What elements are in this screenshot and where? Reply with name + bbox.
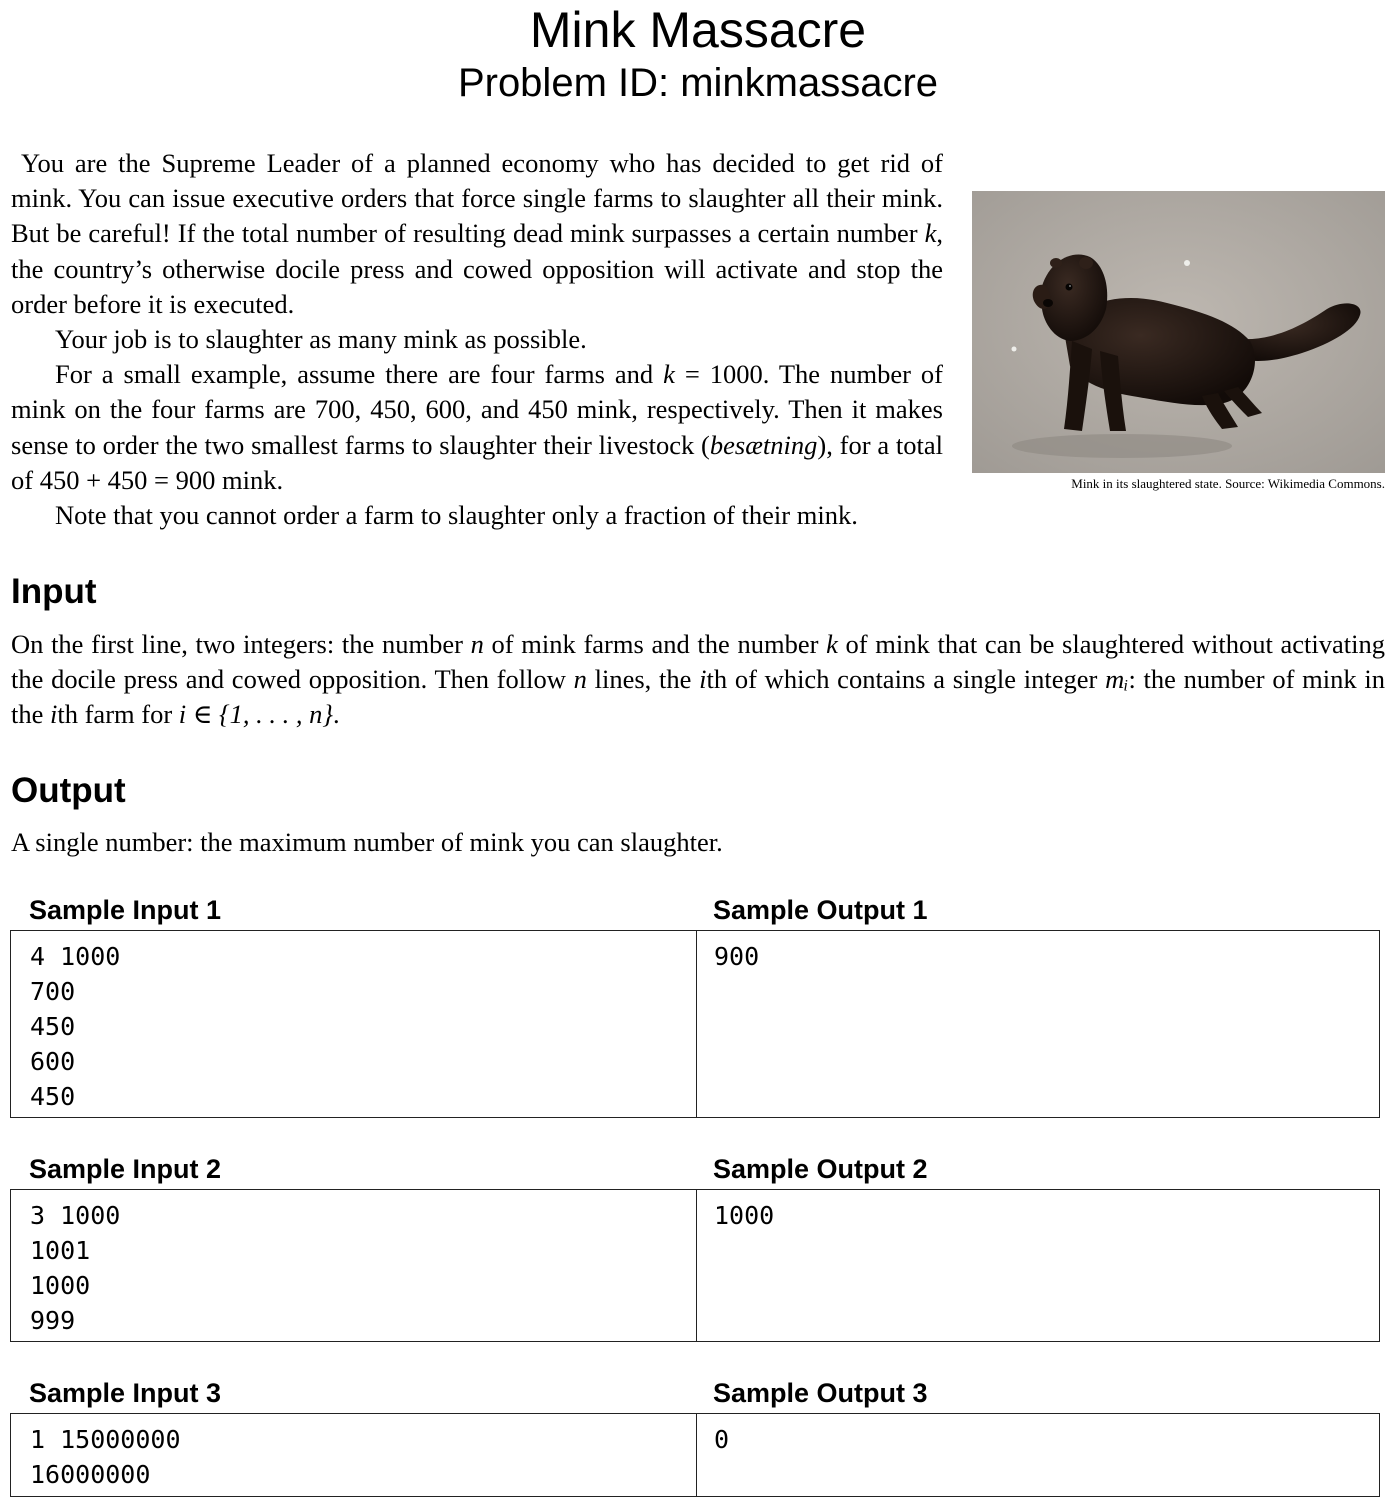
input-description: On the first line, two integers: the num… — [11, 629, 1385, 730]
statement-paragraph-1: You are the Supreme Leader of a planned … — [11, 148, 943, 319]
sample-line: 4 1000 — [30, 942, 121, 971]
sample-divider — [696, 1414, 697, 1496]
sample-box: 4 1000 700 450 600 450 900 — [10, 930, 1380, 1118]
problem-id: Problem ID: minkmassacre — [457, 61, 939, 105]
sample-input-text[interactable]: 3 1000 1001 1000 999 — [30, 1198, 120, 1338]
sample-line: 600 — [30, 1047, 76, 1076]
output-heading: Output — [11, 771, 126, 810]
sample-input-label: Sample Input 2 — [29, 1154, 222, 1184]
sample-divider — [696, 931, 697, 1117]
statement-paragraph-3: For a small example, assume there are fo… — [11, 359, 943, 495]
problem-statement: You are the Supreme Leader of a planned … — [11, 146, 943, 533]
sample-line: 1000 — [714, 1201, 775, 1230]
math-variable: k — [826, 629, 838, 659]
sample-divider — [696, 1190, 697, 1341]
sample-input-label: Sample Input 1 — [29, 895, 222, 925]
sample-output-text[interactable]: 1000 — [714, 1198, 774, 1233]
sample-line: 1000 — [30, 1271, 91, 1300]
statement-paragraph-4: Note that you cannot order a farm to sla… — [55, 500, 858, 531]
sample-line: 16000000 — [30, 1460, 151, 1489]
sample-line: 3 1000 — [30, 1201, 121, 1230]
sample-line: 999 — [30, 1306, 76, 1335]
figure: Mink in its slaughtered state. Source: W… — [972, 191, 1385, 492]
sample-input-label: Sample Input 3 — [29, 1378, 222, 1408]
sample-output-text[interactable]: 0 — [714, 1422, 729, 1457]
sample-output-label: Sample Output 1 — [713, 895, 928, 925]
output-description: A single number: the maximum number of m… — [11, 827, 723, 857]
sample-line: 0 — [714, 1425, 730, 1454]
sample-line: 450 — [30, 1082, 76, 1111]
italic-term: besætning — [709, 429, 818, 460]
problem-title: Mink Massacre — [529, 2, 867, 58]
sample-line: 1001 — [30, 1236, 91, 1265]
sample-line: 700 — [30, 977, 76, 1006]
math-variable: k — [663, 359, 675, 390]
sample-line: 1 15000000 — [30, 1425, 181, 1454]
math-variable: n — [470, 629, 484, 659]
sample-line: 900 — [714, 942, 760, 971]
figure-caption: Mink in its slaughtered state. Source: W… — [1071, 476, 1385, 491]
statement-paragraph-2: Your job is to slaughter as many mink as… — [55, 324, 587, 355]
sample-output-label: Sample Output 3 — [713, 1378, 928, 1408]
math-variable: i — [699, 664, 707, 695]
sample-output-text[interactable]: 900 — [714, 939, 759, 974]
math-variable: n — [573, 664, 587, 695]
math-expression: i ∈ {1, . . . , n} — [178, 699, 333, 730]
sample-output-label: Sample Output 2 — [713, 1154, 928, 1184]
sample-input-text[interactable]: 4 1000 700 450 600 450 — [30, 939, 120, 1114]
sample-line: 450 — [30, 1012, 76, 1041]
math-variable: mᵢ — [1105, 664, 1129, 695]
mink-photo — [972, 191, 1385, 473]
input-heading: Input — [11, 572, 97, 611]
sample-box: 1 15000000 16000000 0 — [10, 1413, 1380, 1497]
sample-box: 3 1000 1001 1000 999 1000 — [10, 1189, 1380, 1342]
math-variable: k — [924, 218, 937, 249]
sample-input-text[interactable]: 1 15000000 16000000 — [30, 1422, 181, 1492]
